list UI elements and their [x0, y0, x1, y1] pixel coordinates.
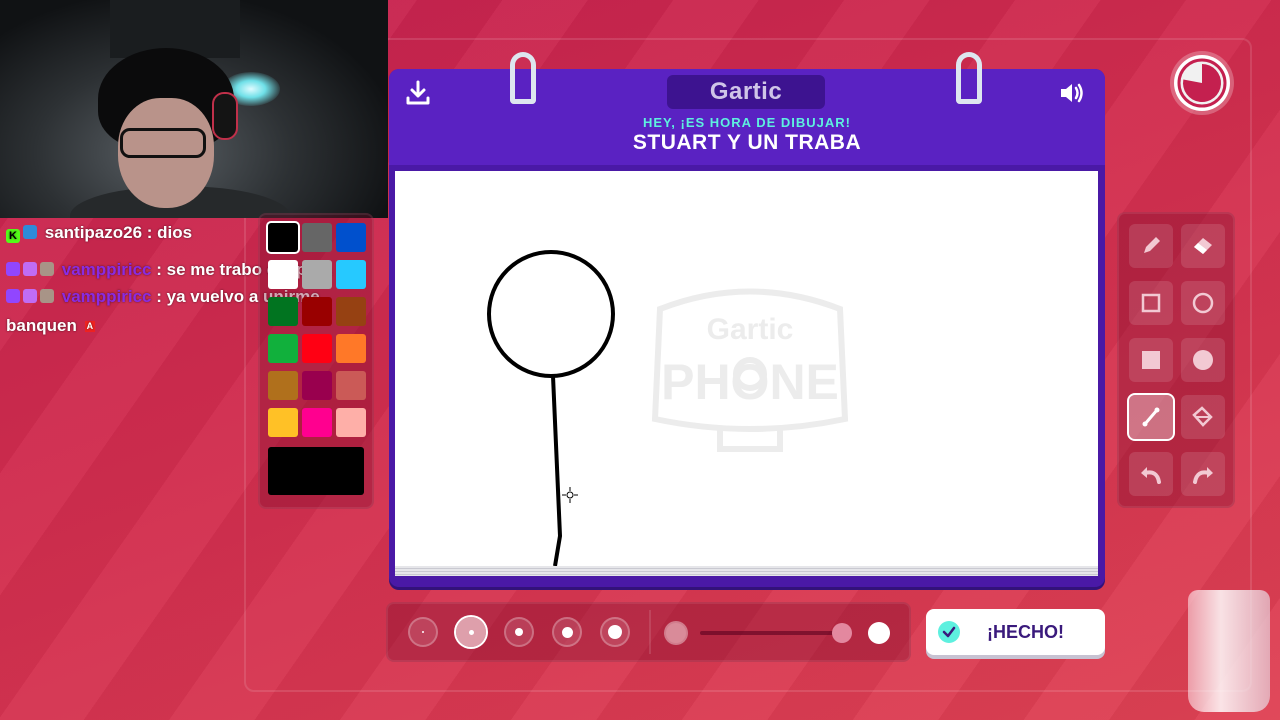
tool-redo[interactable]	[1181, 452, 1225, 496]
color-swatch[interactable]	[336, 371, 366, 400]
webcam-feed	[0, 0, 388, 218]
chat-separator: :	[151, 287, 167, 306]
chat-text: dios	[157, 223, 193, 242]
paper-edge	[395, 566, 1098, 576]
notebook-ring	[956, 52, 982, 104]
done-button-label: ¡HECHO!	[987, 621, 1064, 642]
notebook-header: Gartic HEY, ¡ES HORA DE DIBUJAR! STUART …	[389, 69, 1105, 165]
twitch-icon	[6, 289, 20, 303]
redo-icon	[1193, 467, 1213, 484]
tool-rectangle-filled[interactable]	[1129, 338, 1173, 382]
chat-separator: :	[142, 223, 158, 242]
color-swatch[interactable]	[336, 408, 366, 437]
chat-username: vamppiricc	[61, 260, 152, 279]
color-swatch[interactable]	[268, 371, 298, 400]
avatar-icon	[40, 262, 54, 276]
brush-size-option[interactable]	[408, 617, 438, 647]
tool-pencil[interactable]	[1129, 224, 1173, 268]
brush-size-dot	[422, 631, 424, 633]
bar-divider	[649, 610, 651, 654]
speaker-icon[interactable]	[1057, 78, 1087, 108]
drawing-strokes	[487, 250, 615, 566]
subscriber-icon	[23, 289, 37, 303]
badge-a: A	[84, 321, 95, 332]
color-swatch[interactable]	[302, 334, 332, 363]
tool-ellipse-outline[interactable]	[1181, 281, 1225, 325]
brush-size-dot	[515, 628, 523, 636]
circle-filled-icon	[1193, 350, 1213, 370]
tool-eraser[interactable]	[1181, 224, 1225, 268]
brush-size-dot	[561, 626, 573, 638]
color-swatch[interactable]	[268, 334, 298, 363]
chat-separator: :	[151, 260, 167, 279]
color-swatch[interactable]	[268, 260, 298, 289]
download-icon[interactable]	[403, 78, 433, 108]
pencil-icon	[1144, 237, 1160, 253]
opacity-min-icon	[666, 623, 686, 643]
brush-size-dot	[468, 629, 474, 635]
drawing-notebook: Gartic HEY, ¡ES HORA DE DIBUJAR! STUART …	[389, 69, 1105, 587]
color-swatch[interactable]	[336, 297, 366, 326]
brush-size-dot	[608, 625, 622, 639]
crosshair-cursor	[562, 487, 578, 503]
color-swatch[interactable]	[336, 260, 366, 289]
line-icon	[1142, 407, 1160, 427]
color-swatch[interactable]	[302, 408, 332, 437]
drawing-canvas[interactable]: Gartic PHONE	[395, 171, 1098, 566]
eraser-icon	[1194, 238, 1212, 254]
color-swatch[interactable]	[336, 223, 366, 252]
color-swatch[interactable]	[302, 297, 332, 326]
color-swatch[interactable]	[302, 371, 332, 400]
chat-username: vamppiricc	[61, 287, 152, 306]
square-outline-icon	[1141, 293, 1161, 313]
glass-cup	[1188, 590, 1270, 712]
brush-size-option[interactable]	[504, 617, 534, 647]
drawn-line	[551, 375, 562, 566]
tool-undo[interactable]	[1129, 452, 1173, 496]
bucket-icon	[1192, 406, 1213, 427]
brush-size-option[interactable]	[456, 617, 486, 647]
chat-username: santipazo26	[44, 223, 143, 242]
subscriber-icon	[23, 262, 37, 276]
undo-icon	[1141, 467, 1161, 484]
prompt-subtitle: HEY, ¡ES HORA DE DIBUJAR!	[643, 115, 851, 130]
twitch-icon	[6, 262, 20, 276]
tool-ellipse-filled[interactable]	[1181, 338, 1225, 382]
square-filled-icon	[1142, 351, 1160, 369]
tool-fill[interactable]	[1181, 395, 1225, 439]
opacity-slider-knob[interactable]	[832, 623, 852, 643]
opacity-slider-track[interactable]	[700, 631, 850, 635]
color-swatch[interactable]	[302, 223, 332, 252]
color-swatch[interactable]	[268, 223, 298, 252]
circle-outline-icon	[1192, 292, 1214, 314]
opacity-max-icon	[868, 622, 890, 644]
check-icon	[938, 621, 960, 643]
moderator-icon	[23, 225, 37, 239]
tool-panel	[1117, 212, 1235, 508]
color-palette	[258, 213, 374, 509]
gartic-logo: Gartic	[667, 75, 825, 109]
brush-size-option[interactable]	[552, 617, 582, 647]
color-swatch[interactable]	[268, 297, 298, 326]
tool-rectangle-outline[interactable]	[1129, 281, 1173, 325]
tool-line[interactable]	[1129, 395, 1173, 439]
webcam-person-glasses	[120, 128, 206, 158]
color-swatch[interactable]	[302, 260, 332, 289]
color-swatch[interactable]	[268, 408, 298, 437]
prompt-title: STUART Y UN TRABA	[632, 131, 862, 154]
done-button[interactable]: ¡HECHO!	[926, 609, 1105, 655]
brush-size-option[interactable]	[600, 617, 630, 647]
drawn-circle	[487, 250, 615, 378]
notebook-ring	[510, 52, 536, 104]
webcam-person-headset	[212, 92, 238, 140]
kick-icon: K	[6, 229, 20, 243]
timer-icon	[1174, 55, 1230, 111]
color-swatch[interactable]	[336, 334, 366, 363]
brush-settings-bar	[386, 602, 911, 662]
current-color-preview	[268, 447, 364, 495]
avatar-icon	[40, 289, 54, 303]
